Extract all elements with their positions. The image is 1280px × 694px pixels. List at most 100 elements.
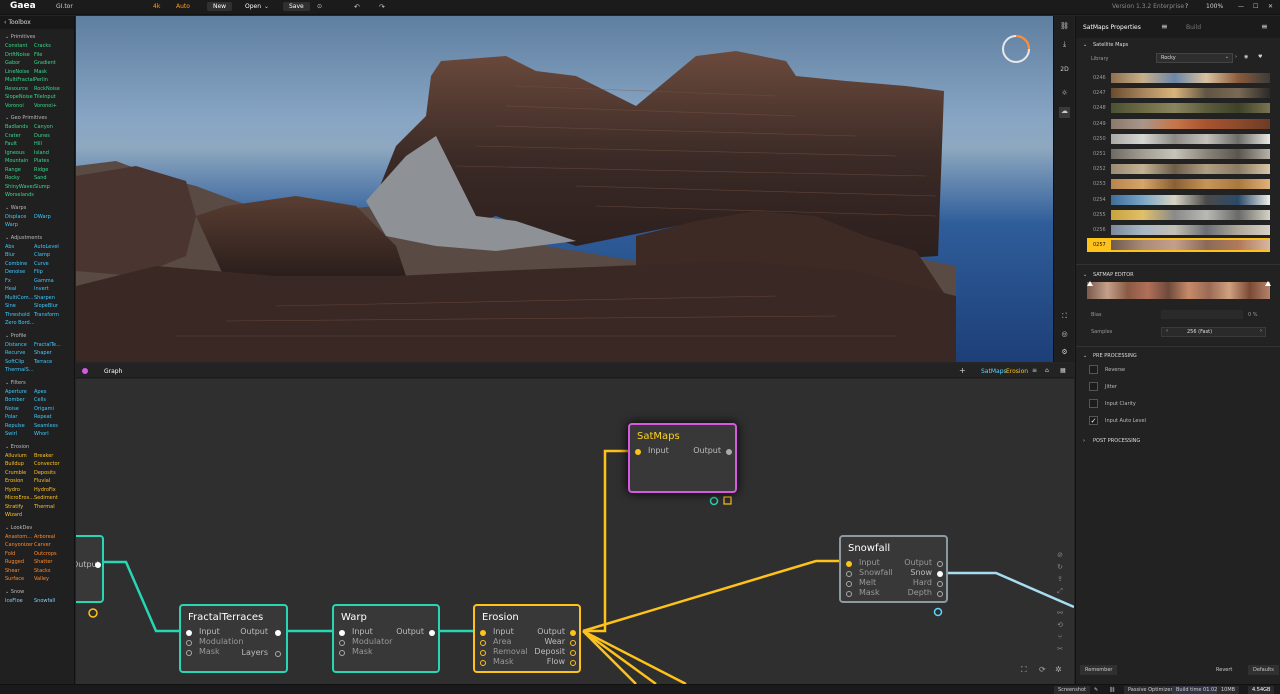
toolbox-category[interactable]: ⌄ Snow [0,584,74,598]
resolution-select[interactable]: 4k [153,3,160,10]
branch-icon[interactable]: ⑂ [1054,631,1066,643]
port-dot[interactable] [275,630,281,636]
menu-icon[interactable]: ≡ [1161,22,1168,31]
toolbox-node-item[interactable]: Bomber [5,397,34,405]
toolbox-node-item[interactable] [34,320,74,328]
toolbox-node-item[interactable]: Hydro [5,487,34,495]
toolbox-node-item[interactable]: Sediment [34,495,74,503]
toolbox-node-item[interactable]: Fold [5,551,34,559]
toolbox-category[interactable]: ⌄ Geo Primitives [0,110,74,124]
toolbox-node-item[interactable]: Recurve [5,350,34,358]
new-button[interactable]: New [207,2,233,11]
home-icon[interactable]: ⌂ [1045,367,1049,374]
toolbox-node-item[interactable]: Flip [34,269,74,277]
toolbox-node-item[interactable]: Gradient [34,60,74,68]
toolbox-node-item[interactable]: Aperture [5,389,34,397]
toolbox-node-item[interactable]: Repulse [5,423,34,431]
toolbox-node-item[interactable]: Crater [5,133,34,141]
settings-circle-icon[interactable]: ⊙ [317,3,322,10]
compass-icon[interactable]: ◎ [1059,330,1070,341]
toolbox-node-item[interactable]: Threshold [5,312,34,320]
toolbox-node-item[interactable]: Stacks [34,568,74,576]
build-mode-select[interactable]: Auto [176,3,190,10]
port-dot[interactable] [937,581,943,587]
toolbox-category[interactable]: ⌄ Filters [0,375,74,389]
port-dot[interactable] [480,640,486,646]
toolbox-node-item[interactable]: Surface [5,576,34,584]
collapse-chevron-icon[interactable]: ⌄ [1083,42,1087,48]
toolbox-node-item[interactable]: Cells [34,397,74,405]
toolbox-node-item[interactable]: Terrace [34,359,74,367]
samples-select[interactable]: 256 (Fast) ‹ › [1161,327,1266,337]
disable-icon[interactable]: ⊘ [1054,549,1066,561]
bias-slider[interactable] [1161,310,1243,319]
toolbox-node-item[interactable]: Hill [34,141,74,149]
node-erosion[interactable]: Erosion Input Area Removal Mask Output W… [473,604,581,673]
port-dot[interactable] [480,660,486,666]
fit-view-icon[interactable]: ⛶ [1021,665,1027,675]
toolbox-node-item[interactable]: Sand [34,175,74,183]
toolbox-node-item[interactable]: LineNoise [5,69,34,77]
eye-icon[interactable]: ◉ [1244,54,1248,60]
port-dot[interactable] [429,630,435,636]
toolbox-node-item[interactable]: Ridge [34,167,74,175]
port-dot[interactable] [570,660,576,666]
settings-icon[interactable]: ⚙ [1059,348,1070,359]
port-dot[interactable] [275,651,281,657]
toolbox-node-item[interactable]: Cracks [34,43,74,51]
toolbox-node-item[interactable]: DriftNoise [5,52,34,60]
breadcrumb-erosion[interactable]: Erosion [1006,368,1028,375]
toolbox-node-item[interactable]: Noise [5,406,34,414]
port-dot[interactable] [186,640,192,646]
checkbox[interactable] [1089,382,1098,391]
toolbox-node-item[interactable]: Gabor [5,60,34,68]
port-dot[interactable] [95,562,101,568]
screenshot-button[interactable]: Screenshot [1054,686,1090,694]
layout-icon[interactable]: ⟳ [1039,665,1046,674]
toolbox-node-item[interactable]: MultiFractal [5,77,34,85]
help-icon[interactable]: ? [1185,3,1188,10]
satmap-swatch[interactable] [1111,103,1270,114]
port-dot[interactable] [339,640,345,646]
list-icon[interactable]: ≡ [1032,367,1037,374]
toolbox-node-item[interactable]: Erosion [5,478,34,486]
expand-chevron-icon[interactable]: › [1083,438,1085,444]
node-fractal-terraces[interactable]: FractalTerraces Input Modulation Mask Ou… [179,604,288,673]
back-icon[interactable]: ⟲ [1054,619,1066,631]
toolbox-node-item[interactable]: Constant [5,43,34,51]
maximize-icon[interactable]: ☐ [1253,3,1258,10]
toolbox-node-item[interactable]: Heal [5,286,34,294]
port-dot[interactable] [186,650,192,656]
toolbox-node-item[interactable]: Canyon [34,124,74,132]
node-satmaps[interactable]: SatMaps Input Output [628,423,737,493]
toolbox-node-item[interactable]: ShinyWaves [5,184,34,192]
collapse-chevron-icon[interactable]: ⌄ [1083,353,1087,359]
toolbox-node-item[interactable]: Badlands [5,124,34,132]
toolbox-category[interactable]: ⌄ Warps [0,200,74,214]
toolbox-node-item[interactable]: Mask [34,69,74,77]
redo-icon[interactable]: ↷ [379,3,385,11]
toolbox-node-item[interactable]: Warp [5,222,34,230]
toolbox-node-item[interactable]: Wizard [5,512,34,520]
remember-button[interactable]: Remember [1080,665,1118,675]
toolbox-node-item[interactable] [34,192,74,200]
toolbox-node-item[interactable]: MultiCom... [5,295,34,303]
stop-handle-right[interactable] [1265,281,1271,286]
toolbox-node-item[interactable]: Carver [34,542,74,550]
toolbox-node-item[interactable]: HydroFix [34,487,74,495]
undo-icon[interactable]: ↶ [354,3,360,11]
2d-toggle[interactable]: 2D [1059,66,1070,77]
toolbox-node-item[interactable]: Repeat [34,414,74,422]
share-icon[interactable]: ⇪ [1054,573,1066,585]
toolbox-node-item[interactable]: Zero Bord... [5,320,34,328]
toolbox-node-item[interactable]: SlopeNoise [5,94,34,102]
port-dot[interactable] [570,650,576,656]
toolbox-node-item[interactable]: Worselands [5,192,34,200]
collapse-chevron-icon[interactable]: ⌄ [1083,272,1087,278]
expand-icon[interactable]: ⤢ [1054,585,1066,597]
port-dot[interactable] [846,591,852,597]
toolbox-node-item[interactable]: RockNoise [34,86,74,94]
toolbox-node-item[interactable]: Alluvium [5,453,34,461]
toolbox-node-item[interactable]: Stratify [5,504,34,512]
toolbox-node-item[interactable]: Shaper [34,350,74,358]
